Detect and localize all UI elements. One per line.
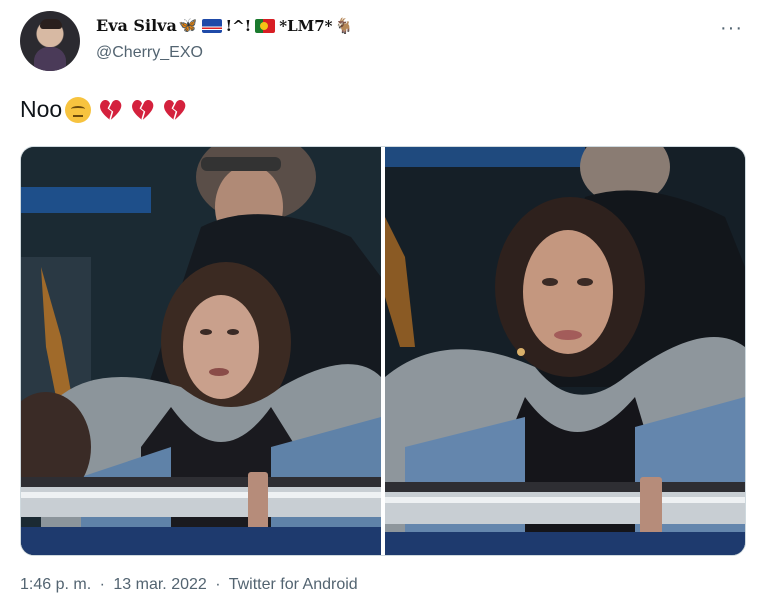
meta-separator: · (99, 576, 105, 593)
author-name-symbols: !^! (225, 16, 252, 35)
author-avatar[interactable] (20, 11, 80, 71)
media-photo-1[interactable] (21, 147, 381, 555)
butterfly-emoji-icon: 🦋 (178, 16, 198, 34)
tweet-source: Twitter for Android (228, 576, 358, 593)
more-options-icon[interactable]: ··· (720, 17, 743, 40)
flag-portugal-icon (255, 18, 276, 33)
avatar-hair (40, 19, 62, 29)
broken-heart-icon (97, 97, 123, 123)
broken-heart-icon (129, 97, 155, 123)
avatar-body (34, 47, 66, 71)
tweet-text-content: Noo (20, 96, 63, 122)
tweet-date[interactable]: 13 mar. 2022 (113, 576, 206, 593)
flag-cape-verde-icon (201, 18, 222, 33)
tweet-media[interactable] (20, 146, 746, 556)
author-display-name[interactable]: Eva Silva (96, 16, 177, 35)
author-name-suffix: *LM7* (279, 16, 333, 35)
author-name-row[interactable]: Eva Silva 🦋 !^! *LM7* 🐐 (96, 16, 353, 35)
tweet-time[interactable]: 1:46 p. m. (20, 576, 91, 593)
meta-separator: · (215, 576, 221, 593)
pensive-face-icon (65, 96, 92, 123)
tweet-text: Noo (20, 96, 193, 123)
author-handle[interactable]: @Cherry_EXO (96, 44, 203, 62)
tweet-meta: 1:46 p. m. · 13 mar. 2022 · Twitter for … (20, 576, 362, 594)
broken-heart-icon (161, 97, 187, 123)
goat-emoji-icon: 🐐 (334, 17, 354, 35)
media-photo-2[interactable] (385, 147, 745, 555)
